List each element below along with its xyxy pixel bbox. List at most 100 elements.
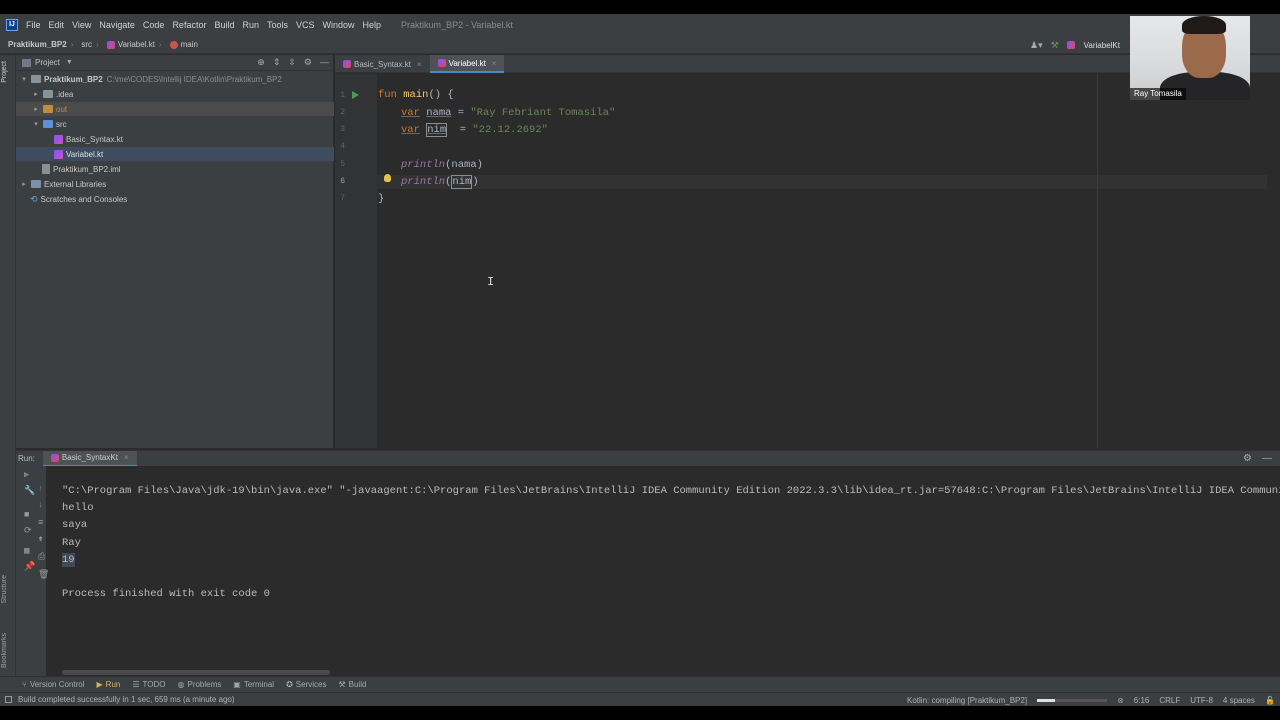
run-configuration-label: VariabelKt bbox=[1083, 40, 1120, 50]
excluded-folder-icon bbox=[43, 105, 53, 113]
restore-layout-icon[interactable]: ⟳ bbox=[24, 526, 32, 536]
file-encoding[interactable]: UTF-8 bbox=[1190, 696, 1213, 705]
library-icon bbox=[31, 180, 41, 188]
tree-item-scratches[interactable]: ⟲ Scratches and Consoles bbox=[16, 192, 334, 206]
tree-item-label: Basic_Syntax.kt bbox=[66, 134, 123, 144]
collapsed-arrow-icon: ▸ bbox=[34, 91, 38, 98]
build-hammer-icon[interactable]: ⚒ bbox=[1051, 40, 1059, 51]
tab-variabel[interactable]: Variabel.kt × bbox=[429, 55, 505, 73]
tool-terminal[interactable]: ▣ Terminal bbox=[233, 680, 274, 689]
gear-icon[interactable]: ⚙ bbox=[1243, 453, 1252, 464]
run-tab-basic-syntax[interactable]: Basic_SyntaxKt × bbox=[42, 450, 137, 467]
layout-icon[interactable]: ▦ bbox=[24, 546, 29, 556]
hide-icon[interactable]: — bbox=[1262, 453, 1272, 464]
kotlin-config-icon bbox=[50, 453, 59, 462]
run-console[interactable]: ▶ ↑ 🔧 ↓ ■ ≡ ⟳ ⇟ ▦ ⎙ 📌 🗑 "C:\Program File… bbox=[16, 466, 1280, 682]
project-view-icon bbox=[22, 58, 31, 67]
menu-tools[interactable]: Tools bbox=[267, 20, 288, 30]
tree-item-idea[interactable]: ▸ .idea bbox=[16, 87, 334, 101]
tree-item-external-libraries[interactable]: ▸ External Libraries bbox=[16, 177, 334, 191]
print-icon[interactable]: ⎙ bbox=[38, 552, 45, 562]
up-arrow-icon[interactable]: ↑ bbox=[38, 484, 43, 494]
tool-build[interactable]: ⚒ Build bbox=[338, 680, 366, 689]
mouse-text-cursor-icon: I bbox=[487, 275, 495, 289]
run-gutter-icon[interactable] bbox=[352, 91, 359, 99]
stop-icon[interactable]: ■ bbox=[24, 510, 29, 520]
close-icon[interactable]: × bbox=[417, 60, 422, 69]
tab-basic-syntax[interactable]: Basic_Syntax.kt × bbox=[335, 55, 430, 73]
tool-run[interactable]: ▶ Run bbox=[97, 680, 121, 689]
hide-icon[interactable]: — bbox=[320, 57, 329, 68]
expand-all-icon[interactable]: ⇕ bbox=[273, 57, 281, 68]
user-icon[interactable]: ♟▾ bbox=[1030, 40, 1043, 51]
tool-label: Services bbox=[295, 680, 327, 689]
breadcrumb-project[interactable]: Praktikum_BP2 bbox=[8, 40, 67, 49]
tree-item-variabel[interactable]: Variabel.kt bbox=[16, 147, 334, 161]
breadcrumb-separator: › bbox=[158, 40, 162, 49]
chevron-down-icon[interactable]: ▼ bbox=[66, 59, 73, 66]
tool-version-control[interactable]: ⑂ Version Control bbox=[22, 680, 85, 689]
collapse-all-icon[interactable]: ⇳ bbox=[288, 57, 296, 68]
status-message[interactable]: Build completed successfully in 1 sec, 6… bbox=[18, 695, 235, 704]
bookmarks-tool-tab[interactable]: Bookmarks bbox=[1, 633, 8, 668]
tree-item-project-root[interactable]: ▾ Praktikum_BP2 C:\me\CODES\Intellij IDE… bbox=[16, 72, 334, 86]
status-square-icon[interactable] bbox=[5, 696, 12, 703]
project-panel-title[interactable]: Project bbox=[35, 58, 60, 67]
tool-label: Build bbox=[348, 680, 367, 689]
breadcrumb-src[interactable]: src bbox=[81, 40, 92, 49]
kotlin-file-icon bbox=[106, 40, 115, 49]
close-icon[interactable]: × bbox=[124, 453, 129, 462]
tool-label: Problems bbox=[187, 680, 222, 689]
menu-vcs[interactable]: VCS bbox=[296, 20, 315, 30]
wrench-icon[interactable]: 🔧 bbox=[24, 486, 35, 496]
caret-position[interactable]: 6:16 bbox=[1134, 696, 1150, 705]
run-toolbar: ▶ ↑ 🔧 ↓ ■ ≡ ⟳ ⇟ ▦ ⎙ 📌 🗑 bbox=[16, 466, 49, 682]
module-folder-icon bbox=[31, 75, 41, 83]
status-bar: Build completed successfully in 1 sec, 6… bbox=[0, 692, 1280, 706]
menu-code[interactable]: Code bbox=[143, 20, 165, 30]
lock-icon[interactable]: 🔓 bbox=[1265, 696, 1275, 705]
tool-todo[interactable]: ☰ TODO bbox=[132, 680, 165, 689]
structure-tool-tab[interactable]: Structure bbox=[1, 575, 8, 603]
tool-services[interactable]: ✪ Services bbox=[286, 680, 326, 689]
tool-problems[interactable]: ◍ Problems bbox=[178, 680, 222, 689]
tree-item-src[interactable]: ▾ src bbox=[16, 117, 334, 131]
down-arrow-icon[interactable]: ↓ bbox=[38, 500, 43, 510]
code-editor[interactable]: 1 2 3 4 5 6 7 fun main() { var nama = "R… bbox=[335, 74, 1280, 448]
tree-item-basic-syntax[interactable]: Basic_Syntax.kt bbox=[16, 132, 334, 146]
soft-wrap-icon[interactable]: ≡ bbox=[38, 518, 43, 528]
line-separator[interactable]: CRLF bbox=[1159, 696, 1180, 705]
breadcrumb-file[interactable]: Variabel.kt bbox=[106, 40, 155, 49]
menu-window[interactable]: Window bbox=[323, 20, 355, 30]
pin-icon[interactable]: 📌 bbox=[24, 562, 35, 572]
scroll-to-end-icon[interactable]: ⇟ bbox=[38, 534, 43, 544]
menu-navigate[interactable]: Navigate bbox=[99, 20, 135, 30]
project-tool-tab[interactable]: Project bbox=[1, 61, 8, 83]
menu-edit[interactable]: Edit bbox=[49, 20, 65, 30]
menu-build[interactable]: Build bbox=[214, 20, 234, 30]
menu-file[interactable]: File bbox=[26, 20, 41, 30]
cancel-task-icon[interactable]: ⊗ bbox=[1117, 696, 1124, 705]
collapsed-arrow-icon: ▸ bbox=[22, 181, 26, 188]
trash-icon[interactable]: 🗑 bbox=[38, 570, 49, 580]
background-task[interactable]: Kotlin: compiling [Praktikum_BP2] bbox=[907, 696, 1027, 705]
menu-help[interactable]: Help bbox=[363, 20, 382, 30]
tree-item-iml[interactable]: Praktikum_BP2.iml bbox=[16, 162, 334, 176]
project-panel-header: Project ▼ ⊕ ⇕ ⇳ ⚙ — bbox=[16, 55, 333, 71]
indent-setting[interactable]: 4 spaces bbox=[1223, 696, 1255, 705]
locate-file-icon[interactable]: ⊕ bbox=[257, 57, 265, 68]
menu-run[interactable]: Run bbox=[242, 20, 259, 30]
tree-item-label: Praktikum_BP2 bbox=[44, 74, 103, 84]
close-icon[interactable]: × bbox=[492, 59, 497, 68]
problems-icon: ◍ bbox=[177, 680, 185, 689]
tree-item-out[interactable]: ▸ out bbox=[16, 102, 334, 116]
menu-view[interactable]: View bbox=[72, 20, 91, 30]
run-configuration-select[interactable]: VariabelKt bbox=[1066, 40, 1120, 50]
horizontal-scrollbar[interactable] bbox=[62, 670, 330, 675]
rerun-icon[interactable]: ▶ bbox=[24, 470, 29, 480]
breadcrumb-function[interactable]: main bbox=[169, 40, 198, 49]
breadcrumb-function-label: main bbox=[180, 40, 198, 49]
gear-icon[interactable]: ⚙ bbox=[304, 57, 312, 68]
lightbulb-icon[interactable] bbox=[384, 174, 391, 182]
menu-refactor[interactable]: Refactor bbox=[172, 20, 206, 30]
